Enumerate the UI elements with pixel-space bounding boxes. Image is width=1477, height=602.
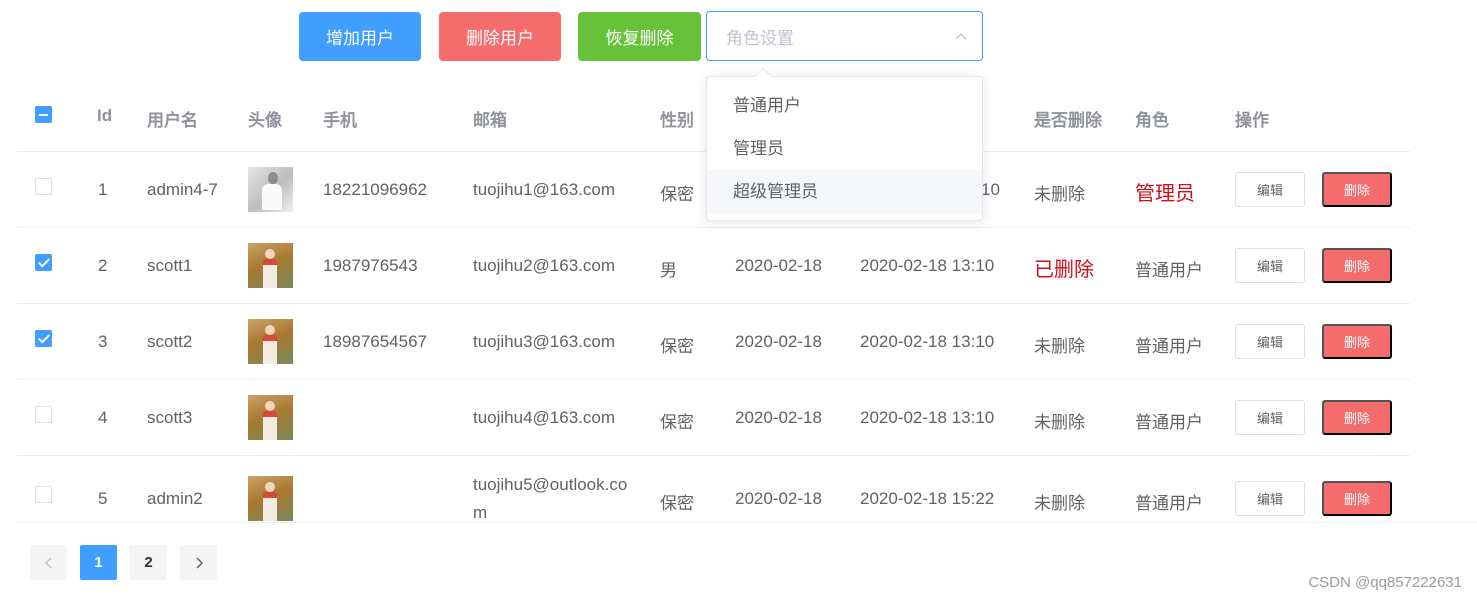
add-user-button[interactable]: 增加用户 xyxy=(299,12,421,61)
table-row: 2 scott1 1987976543 tuojihu2@163.com 男 2… xyxy=(17,228,1410,304)
cell-role: 普通用户 xyxy=(1135,413,1203,432)
cell-deleted: 未删除 xyxy=(1034,185,1085,204)
header-actions: 操作 xyxy=(1235,111,1269,130)
table-row: 4 scott3 tuojihu4@163.com 保密 2020-02-18 … xyxy=(17,380,1410,456)
chevron-right-icon xyxy=(195,556,203,569)
chevron-left-icon xyxy=(44,556,52,569)
avatar xyxy=(248,243,293,288)
cell-role: 普通用户 xyxy=(1135,494,1203,513)
cell-created: 2020-02-18 xyxy=(735,489,822,508)
dropdown-arrow xyxy=(754,67,772,85)
chevron-up-icon xyxy=(955,32,967,40)
delete-button[interactable]: 删除 xyxy=(1322,248,1392,283)
header-deleted: 是否删除 xyxy=(1034,111,1102,130)
role-dropdown: 普通用户 管理员 超级管理员 xyxy=(706,67,983,221)
role-option-admin[interactable]: 管理员 xyxy=(707,127,982,170)
avatar xyxy=(248,167,293,212)
role-option-normal-user[interactable]: 普通用户 xyxy=(707,84,982,127)
header-username: 用户名 xyxy=(147,111,198,130)
cell-email: tuojihu3@163.com xyxy=(473,332,616,351)
header-phone: 手机 xyxy=(323,111,357,130)
cell-created: 2020-02-18 xyxy=(735,256,822,275)
cell-phone: 18987654567 xyxy=(323,332,428,351)
cell-username: admin2 xyxy=(147,489,203,508)
cell-gender: 保密 xyxy=(660,494,694,513)
role-select-placeholder: 角色设置 xyxy=(726,28,794,48)
cell-gender: 男 xyxy=(660,261,677,280)
cell-username: scott1 xyxy=(147,256,193,275)
page-2-button[interactable]: 2 xyxy=(130,545,167,580)
cell-email: tuojihu5@outlook.co xyxy=(473,475,628,494)
cell-deleted: 未删除 xyxy=(1034,337,1085,356)
cell-created: 2020-02-18 xyxy=(735,332,822,351)
cell-id: 3 xyxy=(98,332,108,351)
cell-deleted: 未删除 xyxy=(1034,413,1085,432)
delete-button[interactable]: 删除 xyxy=(1322,481,1392,516)
delete-button[interactable]: 删除 xyxy=(1322,324,1392,359)
avatar xyxy=(248,319,293,364)
edit-button[interactable]: 编辑 xyxy=(1235,481,1305,516)
edit-button[interactable]: 编辑 xyxy=(1235,324,1305,359)
cell-created: 2020-02-18 xyxy=(735,408,822,427)
edit-button[interactable]: 编辑 xyxy=(1235,400,1305,435)
header-email: 邮箱 xyxy=(473,111,507,130)
row-checkbox[interactable] xyxy=(35,254,52,271)
avatar xyxy=(248,476,293,521)
cell-deleted: 未删除 xyxy=(1034,494,1085,513)
cell-email: tuojihu1@163.com xyxy=(473,180,616,199)
cell-role: 普通用户 xyxy=(1135,261,1203,280)
cell-email-wrap: m xyxy=(473,503,488,522)
header-gender: 性别 xyxy=(660,111,694,130)
cell-gender: 保密 xyxy=(660,185,694,204)
edit-button[interactable]: 编辑 xyxy=(1235,172,1305,207)
cell-deleted: 已删除 xyxy=(1034,259,1094,281)
cell-username: scott2 xyxy=(147,332,193,351)
avatar xyxy=(248,395,293,440)
cell-phone: 18221096962 xyxy=(323,180,428,199)
row-checkbox[interactable] xyxy=(35,486,52,503)
delete-user-button[interactable]: 删除用户 xyxy=(439,12,561,61)
row-checkbox[interactable] xyxy=(35,406,52,423)
header-avatar: 头像 xyxy=(248,111,282,130)
select-all-checkbox[interactable] xyxy=(35,106,52,123)
row-checkbox[interactable] xyxy=(35,178,52,195)
table-row: 5 admin2 tuojihu5@outlook.co m 保密 2020-0… xyxy=(17,456,1410,522)
cell-id: 2 xyxy=(98,256,108,275)
cell-updated: 2020-02-18 15:22 xyxy=(860,489,995,508)
cell-id: 4 xyxy=(98,408,108,427)
cell-updated: 2020-02-18 13:10 xyxy=(860,256,995,275)
page-1-button[interactable]: 1 xyxy=(80,545,117,580)
role-select[interactable]: 角色设置 xyxy=(706,11,983,61)
cell-updated: 2020-02-18 13:10 xyxy=(860,332,995,351)
cell-role: 普通用户 xyxy=(1135,337,1203,356)
header-id: Id xyxy=(97,106,113,125)
role-option-super-admin[interactable]: 超级管理员 xyxy=(707,170,982,213)
delete-button[interactable]: 删除 xyxy=(1322,400,1392,435)
cell-updated: 10 xyxy=(981,180,1000,199)
next-page-button[interactable] xyxy=(180,545,217,580)
cell-phone: 1987976543 xyxy=(323,256,418,275)
header-role: 角色 xyxy=(1135,111,1169,130)
table-row: 3 scott2 18987654567 tuojihu3@163.com 保密… xyxy=(17,304,1410,380)
watermark: CSDN @qq857222631 xyxy=(1308,574,1462,591)
cell-email: tuojihu2@163.com xyxy=(473,256,616,275)
cell-username: admin4-7 xyxy=(147,180,218,199)
cell-id: 5 xyxy=(98,489,108,508)
cell-updated: 2020-02-18 13:10 xyxy=(860,408,995,427)
cell-gender: 保密 xyxy=(660,413,694,432)
prev-page-button[interactable] xyxy=(30,545,67,580)
cell-username: scott3 xyxy=(147,408,193,427)
row-checkbox[interactable] xyxy=(35,330,52,347)
cell-gender: 保密 xyxy=(660,337,694,356)
cell-id: 1 xyxy=(98,180,108,199)
edit-button[interactable]: 编辑 xyxy=(1235,248,1305,283)
cell-email: tuojihu4@163.com xyxy=(473,408,616,427)
table-bottom-divider xyxy=(17,522,1477,523)
delete-button[interactable]: 删除 xyxy=(1322,172,1392,207)
cell-role: 管理员 xyxy=(1135,183,1195,205)
restore-delete-button[interactable]: 恢复删除 xyxy=(578,12,701,61)
